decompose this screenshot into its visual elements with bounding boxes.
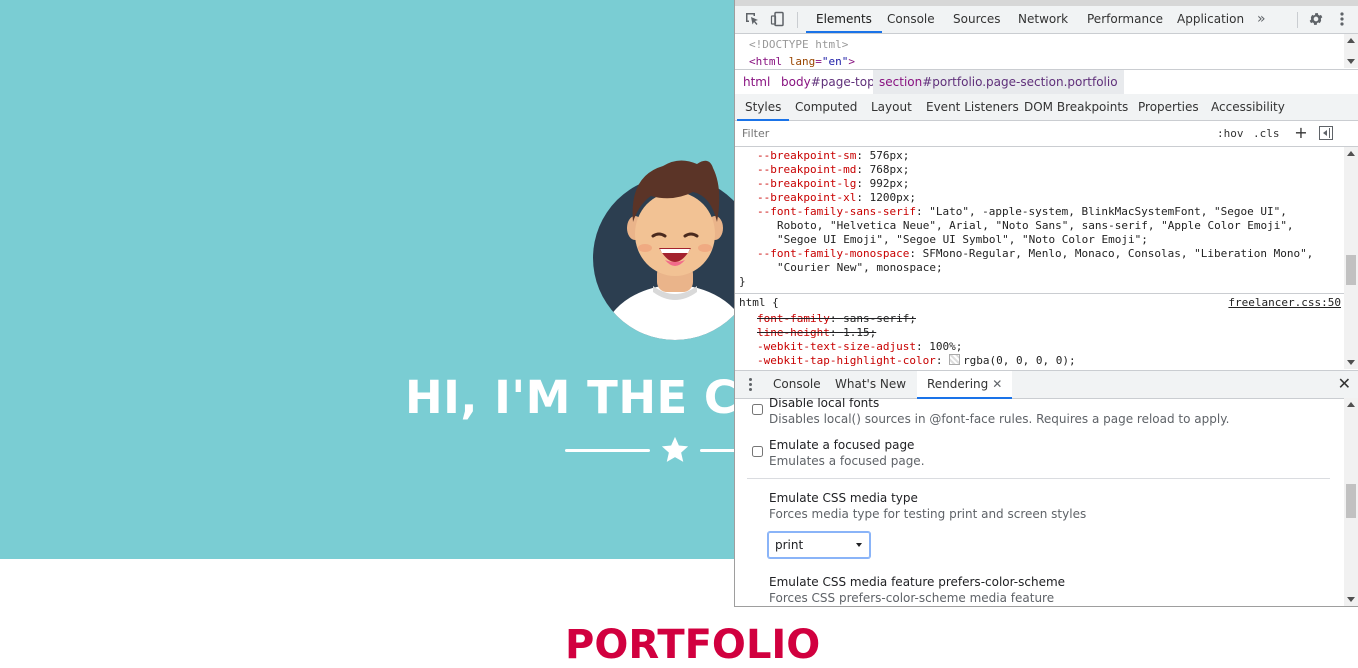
- divider-line-left: [565, 449, 650, 452]
- dom-tree: <!DOCTYPE html> <html lang="en">: [735, 34, 1345, 68]
- star-icon: [661, 436, 689, 462]
- tab-console[interactable]: Console: [887, 6, 935, 32]
- dom-node-html[interactable]: <html lang="en">: [749, 53, 855, 70]
- drawer-tabbar: Console What's New Rendering ✕ ✕: [735, 370, 1358, 399]
- tab-layout[interactable]: Layout: [871, 94, 912, 120]
- css-declaration-overridden[interactable]: line-height: 1.15;: [757, 326, 876, 340]
- css-value-continuation: Roboto, "Helvetica Neue", Arial, "Noto S…: [777, 219, 1294, 232]
- option-title: Emulate CSS media feature prefers-color-…: [769, 575, 1066, 589]
- dom-node-doctype[interactable]: <!DOCTYPE html>: [749, 36, 848, 53]
- css-declaration[interactable]: --breakpoint-lg: 992px;: [757, 177, 909, 191]
- tab-dom-breakpoints[interactable]: DOM Breakpoints: [1024, 94, 1128, 120]
- drawer-tab-whats-new[interactable]: What's New: [835, 371, 906, 398]
- avatar-illustration: [593, 160, 757, 340]
- css-declaration[interactable]: --breakpoint-sm: 576px;: [757, 149, 909, 163]
- breadcrumb-html[interactable]: html: [737, 70, 776, 94]
- inspect-element-icon[interactable]: [743, 10, 761, 28]
- css-declaration[interactable]: --breakpoint-xl: 1200px;: [757, 191, 916, 205]
- gear-icon[interactable]: [1307, 10, 1325, 28]
- css-declaration-overridden[interactable]: font-family: sans-serif;: [757, 312, 916, 326]
- option-title: Emulate a focused page: [769, 438, 915, 452]
- toggle-sidebar-icon[interactable]: [1319, 126, 1333, 140]
- option-title: Disable local fonts: [769, 398, 880, 410]
- breadcrumb-section[interactable]: section#portfolio.page-section.portfolio: [873, 70, 1124, 94]
- option-description: Disables local() sources in @font-face r…: [769, 412, 1230, 426]
- option-title: Emulate CSS media type: [769, 491, 918, 505]
- new-style-rule-button[interactable]: +: [1292, 123, 1310, 143]
- css-declaration[interactable]: --font-family-monospace: SFMono-Regular,…: [757, 247, 1313, 261]
- emulate-focused-page-checkbox[interactable]: [752, 446, 763, 457]
- css-selector[interactable]: html {: [739, 296, 779, 310]
- tab-styles[interactable]: Styles: [736, 94, 790, 121]
- option-description: Forces media type for testing print and …: [769, 507, 1087, 521]
- tab-event-listeners[interactable]: Event Listeners: [926, 94, 1019, 120]
- media-type-select[interactable]: print: [768, 532, 870, 558]
- css-value-continuation: "Segoe UI Emoji", "Segoe UI Symbol", "No…: [777, 233, 1148, 246]
- more-tabs-icon[interactable]: »: [1257, 6, 1266, 32]
- styles-pane: --breakpoint-sm: 576px; --breakpoint-md:…: [735, 147, 1345, 369]
- option-description: Emulates a focused page.: [769, 454, 925, 468]
- tab-elements[interactable]: Elements: [806, 6, 882, 33]
- tab-application[interactable]: Application: [1177, 6, 1244, 32]
- rendering-scrollbar[interactable]: [1344, 398, 1358, 606]
- class-toggle[interactable]: .cls: [1253, 124, 1280, 144]
- devtools-main-tabbar: Elements Console Sources Network Perform…: [735, 6, 1358, 34]
- drawer-tab-rendering[interactable]: Rendering ✕: [917, 371, 1013, 399]
- css-rule-close: }: [739, 275, 746, 288]
- styles-scrollbar[interactable]: [1344, 147, 1358, 369]
- styles-filter-input[interactable]: [738, 124, 1214, 143]
- option-description: Forces CSS prefers-color-scheme media fe…: [769, 591, 1055, 605]
- styles-filter-bar: :hov .cls +: [735, 121, 1358, 147]
- styles-subtabs: Styles Computed Layout Event Listeners D…: [735, 94, 1358, 121]
- disable-local-fonts-checkbox[interactable]: [752, 404, 763, 415]
- css-declaration[interactable]: --breakpoint-md: 768px;: [757, 163, 909, 177]
- css-declaration[interactable]: -webkit-text-size-adjust: 100%;: [757, 340, 962, 354]
- color-swatch[interactable]: [949, 354, 961, 365]
- tab-accessibility[interactable]: Accessibility: [1211, 94, 1285, 120]
- css-declaration[interactable]: --font-family-sans-serif: "Lato", -apple…: [757, 205, 1287, 219]
- tab-properties[interactable]: Properties: [1138, 94, 1199, 120]
- devtools-panel: Elements Console Sources Network Perform…: [734, 0, 1358, 607]
- dom-tree-scrollbar[interactable]: [1344, 34, 1358, 68]
- tab-computed[interactable]: Computed: [795, 94, 857, 120]
- hover-state-toggle[interactable]: :hov: [1217, 124, 1244, 144]
- css-declaration[interactable]: -webkit-tap-highlight-color: rgba(0, 0, …: [757, 354, 1076, 368]
- drawer-tab-console[interactable]: Console: [773, 371, 821, 398]
- breadcrumb: html body#page-top section#portfolio.pag…: [735, 69, 1358, 95]
- tab-sources[interactable]: Sources: [953, 6, 1000, 32]
- stylesheet-source-link[interactable]: freelancer.css:50: [1228, 296, 1341, 310]
- tab-performance[interactable]: Performance: [1087, 6, 1163, 32]
- close-drawer-icon[interactable]: ✕: [1338, 374, 1351, 393]
- device-toolbar-icon[interactable]: [769, 10, 787, 28]
- rendering-panel: Disable local fonts Disables local() sou…: [735, 398, 1345, 606]
- hero-title: HI, I'M THE CI: [405, 371, 755, 424]
- css-value-continuation: "Courier New", monospace;: [777, 261, 943, 274]
- breadcrumb-body[interactable]: body#page-top: [775, 70, 881, 94]
- close-tab-icon[interactable]: ✕: [992, 377, 1002, 391]
- kebab-menu-icon[interactable]: [1333, 10, 1351, 28]
- tab-network[interactable]: Network: [1018, 6, 1068, 32]
- drawer-menu-icon[interactable]: [749, 378, 752, 391]
- portfolio-heading: PORTFOLIO: [565, 622, 821, 668]
